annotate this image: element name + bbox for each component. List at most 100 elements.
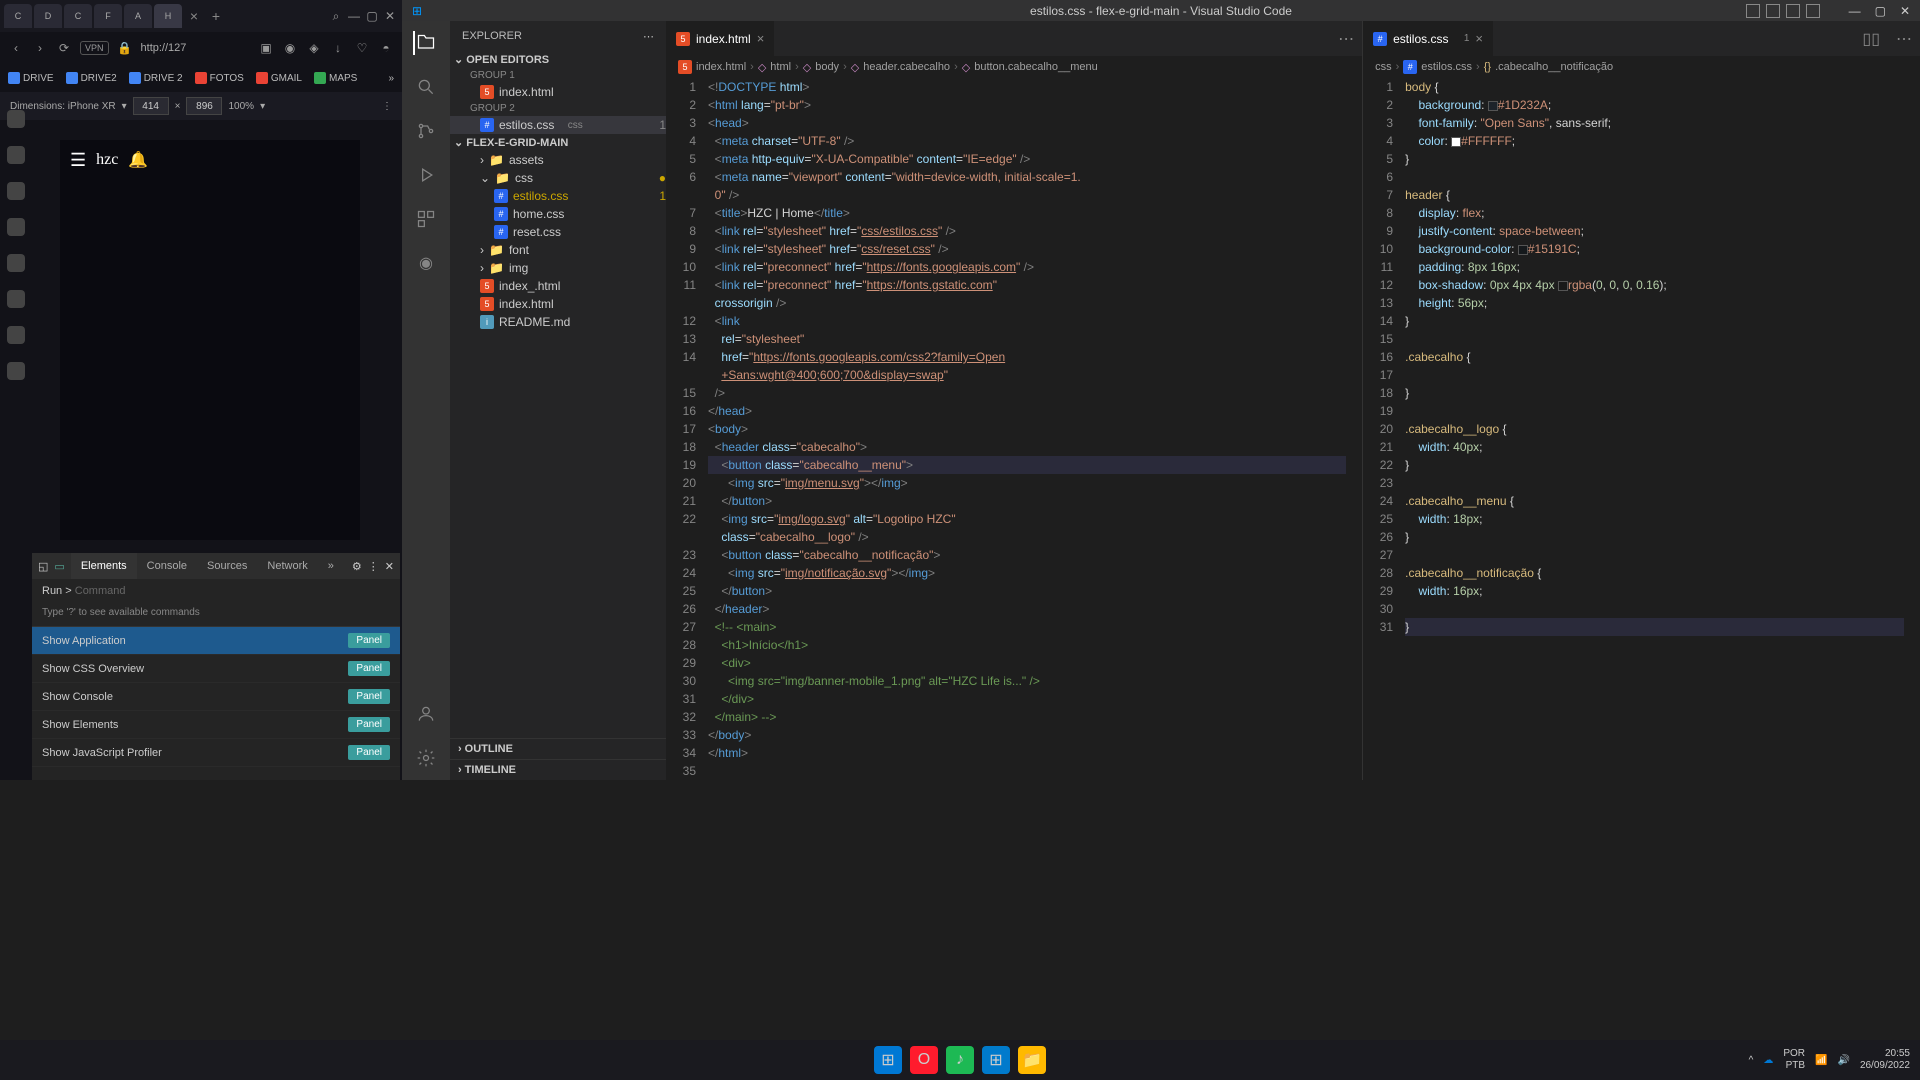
bookmark[interactable]: DRIVE xyxy=(8,72,54,84)
edge-icon[interactable]: ◉ xyxy=(414,251,438,275)
minimize-icon[interactable]: — xyxy=(1849,4,1861,18)
project-header[interactable]: ⌄FLEX-E-GRID-MAIN xyxy=(450,134,666,151)
bookmark[interactable]: MAPS xyxy=(314,72,357,84)
more-icon[interactable]: ⋯ xyxy=(1330,29,1362,49)
bookmark[interactable]: DRIVE 2 xyxy=(129,72,183,84)
bookmark[interactable]: FOTOS xyxy=(195,72,244,84)
url-bar[interactable]: http://127 xyxy=(141,42,187,54)
file-item[interactable]: 5index_.html xyxy=(450,277,666,295)
twitter-icon[interactable] xyxy=(7,254,25,272)
editor-tab[interactable]: #estilos.css 1× xyxy=(1363,21,1494,56)
git-icon[interactable] xyxy=(414,119,438,143)
close-icon[interactable]: ✕ xyxy=(1900,4,1910,18)
folder-item[interactable]: ›📁img xyxy=(450,259,666,277)
more-icon[interactable]: ⋯ xyxy=(1888,29,1920,49)
outline-header[interactable]: ›OUTLINE xyxy=(450,738,666,759)
breadcrumb[interactable]: 5index.html› ◇html› ◇body› ◇header.cabec… xyxy=(666,56,1362,78)
bell-icon[interactable]: 🔔 xyxy=(128,150,148,170)
debug-icon[interactable] xyxy=(414,163,438,187)
layout-icon[interactable] xyxy=(1746,4,1760,18)
layout-icon[interactable] xyxy=(1806,4,1820,18)
width-input[interactable] xyxy=(133,97,169,115)
tab-close-icon[interactable]: × xyxy=(757,31,765,46)
editor-tab[interactable]: 5index.html× xyxy=(666,21,775,56)
volume-icon[interactable]: 🔊 xyxy=(1837,1055,1849,1066)
folder-item[interactable]: ›📁font xyxy=(450,241,666,259)
whatsapp-icon[interactable] xyxy=(7,146,25,164)
command-item[interactable]: Show ElementsPanel xyxy=(32,711,400,739)
wifi-icon[interactable]: 📶 xyxy=(1815,1055,1827,1066)
more-icon[interactable]: ⋮ xyxy=(382,101,392,112)
command-item[interactable]: Show ApplicationPanel xyxy=(32,627,400,655)
opera-icon[interactable]: O xyxy=(910,1046,938,1074)
browser-tab[interactable]: D xyxy=(34,4,62,28)
inspect-icon[interactable]: ◱ xyxy=(38,560,48,573)
dt-tab-sources[interactable]: Sources xyxy=(197,553,257,579)
command-item[interactable]: Show JavaScript ProfilerPanel xyxy=(32,739,400,767)
command-item[interactable]: Show CSS OverviewPanel xyxy=(32,655,400,683)
bookmark[interactable]: DRIVE2 xyxy=(66,72,117,84)
clock[interactable]: 20:5526/09/2022 xyxy=(1860,1048,1910,1072)
heart-icon[interactable]: ♡ xyxy=(354,40,370,56)
browser-tab[interactable]: F xyxy=(94,4,122,28)
spotify-icon[interactable]: ♪ xyxy=(946,1046,974,1074)
command-prompt[interactable]: Run > Command xyxy=(32,579,400,603)
gear-icon[interactable] xyxy=(414,746,438,770)
vscode-icon[interactable]: ⊞ xyxy=(982,1046,1010,1074)
dt-tab-console[interactable]: Console xyxy=(137,553,197,579)
minimize-icon[interactable]: — xyxy=(346,8,362,24)
telegram-icon[interactable] xyxy=(7,182,25,200)
cart-icon[interactable]: ◓ xyxy=(378,40,394,56)
folder-item[interactable]: ›📁assets xyxy=(450,151,666,169)
forward-icon[interactable]: › xyxy=(32,40,48,56)
device-icon[interactable]: ▭ xyxy=(54,560,64,573)
tray-chevron-icon[interactable]: ^ xyxy=(1749,1055,1754,1066)
height-input[interactable] xyxy=(186,97,222,115)
dt-tab-more[interactable]: » xyxy=(318,553,344,579)
vpn-badge[interactable]: VPN xyxy=(80,41,109,55)
language-indicator[interactable]: PORPTB xyxy=(1783,1048,1805,1072)
reload-icon[interactable]: ⟳ xyxy=(56,40,72,56)
menu-icon[interactable]: ☰ xyxy=(70,150,86,171)
screenshot-icon[interactable]: ▣ xyxy=(258,40,274,56)
maximize-icon[interactable]: ▢ xyxy=(364,8,380,24)
instagram-icon[interactable] xyxy=(7,218,25,236)
open-editor-item[interactable]: 5index.html xyxy=(450,83,666,101)
code-editor[interactable]: 1234567891011121314151617181920212223242… xyxy=(1363,78,1920,780)
more-icon[interactable]: ⋯ xyxy=(643,30,654,43)
file-item[interactable]: 5index.html xyxy=(450,295,666,313)
command-item[interactable]: Show ConsolePanel xyxy=(32,683,400,711)
search-icon[interactable] xyxy=(414,75,438,99)
back-icon[interactable]: ‹ xyxy=(8,40,24,56)
more-icon[interactable]: ⋮ xyxy=(368,560,379,573)
browser-tab[interactable]: C xyxy=(64,4,92,28)
folder-item[interactable]: ⌄📁css● xyxy=(450,169,666,187)
breadcrumb[interactable]: css› #estilos.css› {}.cabecalho__notific… xyxy=(1363,56,1920,78)
start-icon[interactable]: ⊞ xyxy=(874,1046,902,1074)
search-icon[interactable]: ⌕ xyxy=(328,8,344,24)
timeline-header[interactable]: ›TIMELINE xyxy=(450,759,666,780)
discord-icon[interactable] xyxy=(7,290,25,308)
file-item[interactable]: #home.css xyxy=(450,205,666,223)
close-icon[interactable]: ✕ xyxy=(385,560,394,573)
open-editor-item[interactable]: #estilos.css css1 xyxy=(450,116,666,134)
explorer-icon[interactable] xyxy=(413,31,437,55)
file-item[interactable]: #estilos.css1 xyxy=(450,187,666,205)
code-editor[interactable]: 1234567891011121314151617181920212223242… xyxy=(666,78,1362,780)
split-icon[interactable]: ▯▯ xyxy=(1854,29,1888,49)
extensions-icon[interactable] xyxy=(414,207,438,231)
layout-icon[interactable] xyxy=(1786,4,1800,18)
zoom-select[interactable]: 100% xyxy=(228,101,254,112)
spotify-icon[interactable] xyxy=(7,326,25,344)
gear-icon[interactable]: ⚙ xyxy=(352,560,362,573)
open-editors-header[interactable]: ⌄OPEN EDITORS xyxy=(450,51,666,68)
bookmarks-overflow-icon[interactable]: » xyxy=(388,73,394,84)
account-icon[interactable] xyxy=(414,702,438,726)
tab-close-icon[interactable]: × xyxy=(1475,31,1483,46)
browser-tab[interactable]: C xyxy=(4,4,32,28)
twitch-icon[interactable] xyxy=(7,110,25,128)
download-icon[interactable]: ↓ xyxy=(330,40,346,56)
shield-icon[interactable]: ◈ xyxy=(306,40,322,56)
camera-icon[interactable]: ◉ xyxy=(282,40,298,56)
new-tab-icon[interactable]: + xyxy=(206,8,226,24)
